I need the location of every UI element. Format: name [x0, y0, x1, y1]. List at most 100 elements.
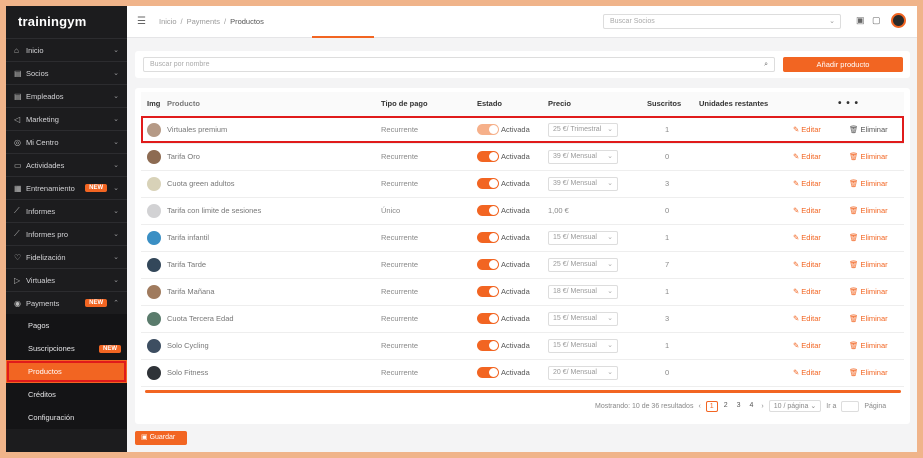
- chat-icon[interactable]: ▢: [872, 15, 881, 26]
- delete-button[interactable]: 🗑 Eliminar: [849, 260, 888, 269]
- page-2[interactable]: 2: [721, 401, 731, 412]
- status-toggle[interactable]: [477, 151, 499, 162]
- status-toggle[interactable]: [477, 259, 499, 270]
- status-toggle[interactable]: [477, 232, 499, 243]
- sidebar-subitem-configuraci-n[interactable]: Configuración: [6, 406, 127, 429]
- status-toggle[interactable]: [477, 340, 499, 351]
- status-toggle[interactable]: [477, 286, 499, 297]
- sidebar-item-socios[interactable]: ▤ Socios ⌄: [6, 61, 127, 84]
- edit-button[interactable]: ✎ Editar: [793, 260, 821, 269]
- sidebar-item-inicio[interactable]: ⌂ Inicio ⌄: [6, 38, 127, 61]
- price-cell: 39 €/ Mensual ⌄: [548, 143, 647, 171]
- product-name: Virtuales premium: [167, 116, 381, 144]
- sidebar-item-empleados[interactable]: ▤ Empleados ⌄: [6, 84, 127, 107]
- price-select[interactable]: 39 €/ Mensual ⌄: [548, 176, 618, 191]
- status-toggle[interactable]: [477, 367, 499, 378]
- price-select[interactable]: 20 €/ Mensual ⌄: [548, 365, 618, 380]
- search-input[interactable]: Buscar por nombre ⌕: [143, 57, 775, 72]
- delete-button[interactable]: 🗑 Eliminar: [849, 287, 888, 296]
- add-product-button[interactable]: Añadir producto: [783, 57, 903, 72]
- products-table-card: Img Producto Tipo de pago Estado Precio Suscr…: [135, 88, 910, 424]
- delete-button[interactable]: 🗑 Eliminar: [849, 368, 888, 377]
- edit-button[interactable]: ✎ Editar: [793, 152, 821, 161]
- column-header: Img: [141, 92, 167, 117]
- sidebar-item-informes[interactable]: ⟋ Informes ⌄: [6, 199, 127, 222]
- price-select[interactable]: 15 €/ Mensual ⌄: [548, 338, 618, 353]
- product-image-cell: [141, 305, 167, 333]
- edit-button[interactable]: ✎ Editar: [793, 179, 821, 188]
- more-options-icon[interactable]: • • •: [793, 92, 904, 117]
- status-toggle[interactable]: [477, 178, 499, 189]
- status-toggle[interactable]: [477, 205, 499, 216]
- breadcrumb-inicio[interactable]: Inicio: [159, 17, 177, 26]
- delete-label: Eliminar: [860, 179, 888, 188]
- sidebar-item-fidelizaci-n[interactable]: ♡ Fidelización ⌄: [6, 245, 127, 268]
- sidebar-item-mi-centro[interactable]: ◎ Mi Centro ⌄: [6, 130, 127, 153]
- delete-button[interactable]: 🗑 Eliminar: [849, 179, 888, 188]
- remaining-units: [699, 143, 793, 171]
- edit-label: Editar: [801, 368, 821, 377]
- sidebar-subitem-pagos[interactable]: Pagos: [6, 314, 127, 337]
- goto-page-input[interactable]: [841, 400, 860, 412]
- delete-button[interactable]: 🗑 Eliminar: [849, 341, 888, 350]
- product-thumbnail: [147, 311, 161, 326]
- save-button[interactable]: ▣ Guardar: [135, 431, 187, 445]
- price-value: 15 €/ Mensual: [553, 314, 597, 322]
- sidebar-item-marketing[interactable]: ◁ Marketing ⌄: [6, 107, 127, 130]
- page-1[interactable]: 1: [705, 400, 718, 412]
- status-toggle[interactable]: [477, 124, 499, 135]
- sidebar-subitem-productos[interactable]: Productos: [6, 360, 127, 383]
- sidebar-item-payments[interactable]: ◉ Payments NEW ⌃: [6, 291, 127, 314]
- delete-button[interactable]: 🗑 Eliminar: [849, 206, 888, 215]
- remaining-units: [699, 197, 793, 225]
- pencil-icon: ✎: [793, 314, 800, 323]
- status-cell: Activada: [477, 278, 548, 306]
- avatar[interactable]: [891, 13, 906, 28]
- horizontal-scrollbar[interactable]: [145, 390, 901, 393]
- pencil-icon: ✎: [793, 179, 800, 188]
- page-4[interactable]: 4: [747, 401, 757, 412]
- price-select[interactable]: 18 €/ Mensual ⌄: [548, 284, 618, 299]
- price-select[interactable]: 15 €/ Mensual ⌄: [548, 311, 618, 326]
- prev-page-icon[interactable]: ‹: [698, 403, 700, 410]
- status-toggle[interactable]: [477, 313, 499, 324]
- delete-button[interactable]: 🗑 Eliminar: [849, 125, 888, 134]
- topbar: ☰ Inicio / Payments / Productos Buscar S…: [127, 6, 917, 38]
- edit-button[interactable]: ✎ Editar: [793, 125, 821, 134]
- edit-label: Editar: [801, 287, 821, 296]
- search-members-select[interactable]: Buscar Socios ⌄: [603, 14, 841, 29]
- edit-button[interactable]: ✎ Editar: [793, 341, 821, 350]
- breadcrumb-payments[interactable]: Payments: [187, 17, 220, 26]
- sidebar-item-actividades[interactable]: ▭ Actividades ⌄: [6, 153, 127, 176]
- delete-button[interactable]: 🗑 Eliminar: [849, 314, 888, 323]
- edit-button[interactable]: ✎ Editar: [793, 368, 821, 377]
- sidebar-subitem-cr-ditos[interactable]: Créditos: [6, 383, 127, 406]
- sidebar-item-informes-pro[interactable]: ⟋ Informes pro ⌄: [6, 222, 127, 245]
- edit-button[interactable]: ✎ Editar: [793, 233, 821, 242]
- price-value: 1,00 €: [548, 206, 569, 215]
- product-image-cell: [141, 332, 167, 360]
- price-select[interactable]: 25 €/ Trimestral ⌄: [548, 122, 618, 137]
- calendar-icon[interactable]: ▣: [856, 15, 865, 26]
- menu-icon[interactable]: ☰: [137, 16, 149, 27]
- edit-button[interactable]: ✎ Editar: [793, 206, 821, 215]
- edit-button[interactable]: ✎ Editar: [793, 287, 821, 296]
- page-size-select[interactable]: 10 / página ⌄: [768, 400, 822, 412]
- edit-button[interactable]: ✎ Editar: [793, 314, 821, 323]
- page-3[interactable]: 3: [734, 401, 744, 412]
- price-select[interactable]: 15 €/ Mensual ⌄: [548, 230, 618, 245]
- sidebar-item-virtuales[interactable]: ▷ Virtuales ⌄: [6, 268, 127, 291]
- next-page-icon[interactable]: ›: [761, 403, 763, 410]
- sidebar-subitem-suscripciones[interactable]: Suscripciones NEW: [6, 337, 127, 360]
- payment-type: Recurrente: [381, 305, 477, 333]
- delete-button[interactable]: 🗑 Eliminar: [849, 233, 888, 242]
- price-select[interactable]: 25 €/ Mensual ⌄: [548, 257, 618, 272]
- product-image-cell: [141, 224, 167, 252]
- price-value: 25 €/ Mensual: [553, 260, 597, 268]
- product-name: Tarifa Oro: [167, 143, 381, 171]
- price-select[interactable]: 39 €/ Mensual ⌄: [548, 149, 618, 164]
- sidebar-item-entrenamiento[interactable]: ▦ Entrenamiento NEW ⌄: [6, 176, 127, 199]
- delete-button[interactable]: 🗑 Eliminar: [849, 152, 888, 161]
- table-row: Solo Fitness Recurrente Activada 20 €/ Mens…: [141, 359, 904, 387]
- breadcrumb-productos: Productos: [230, 17, 264, 26]
